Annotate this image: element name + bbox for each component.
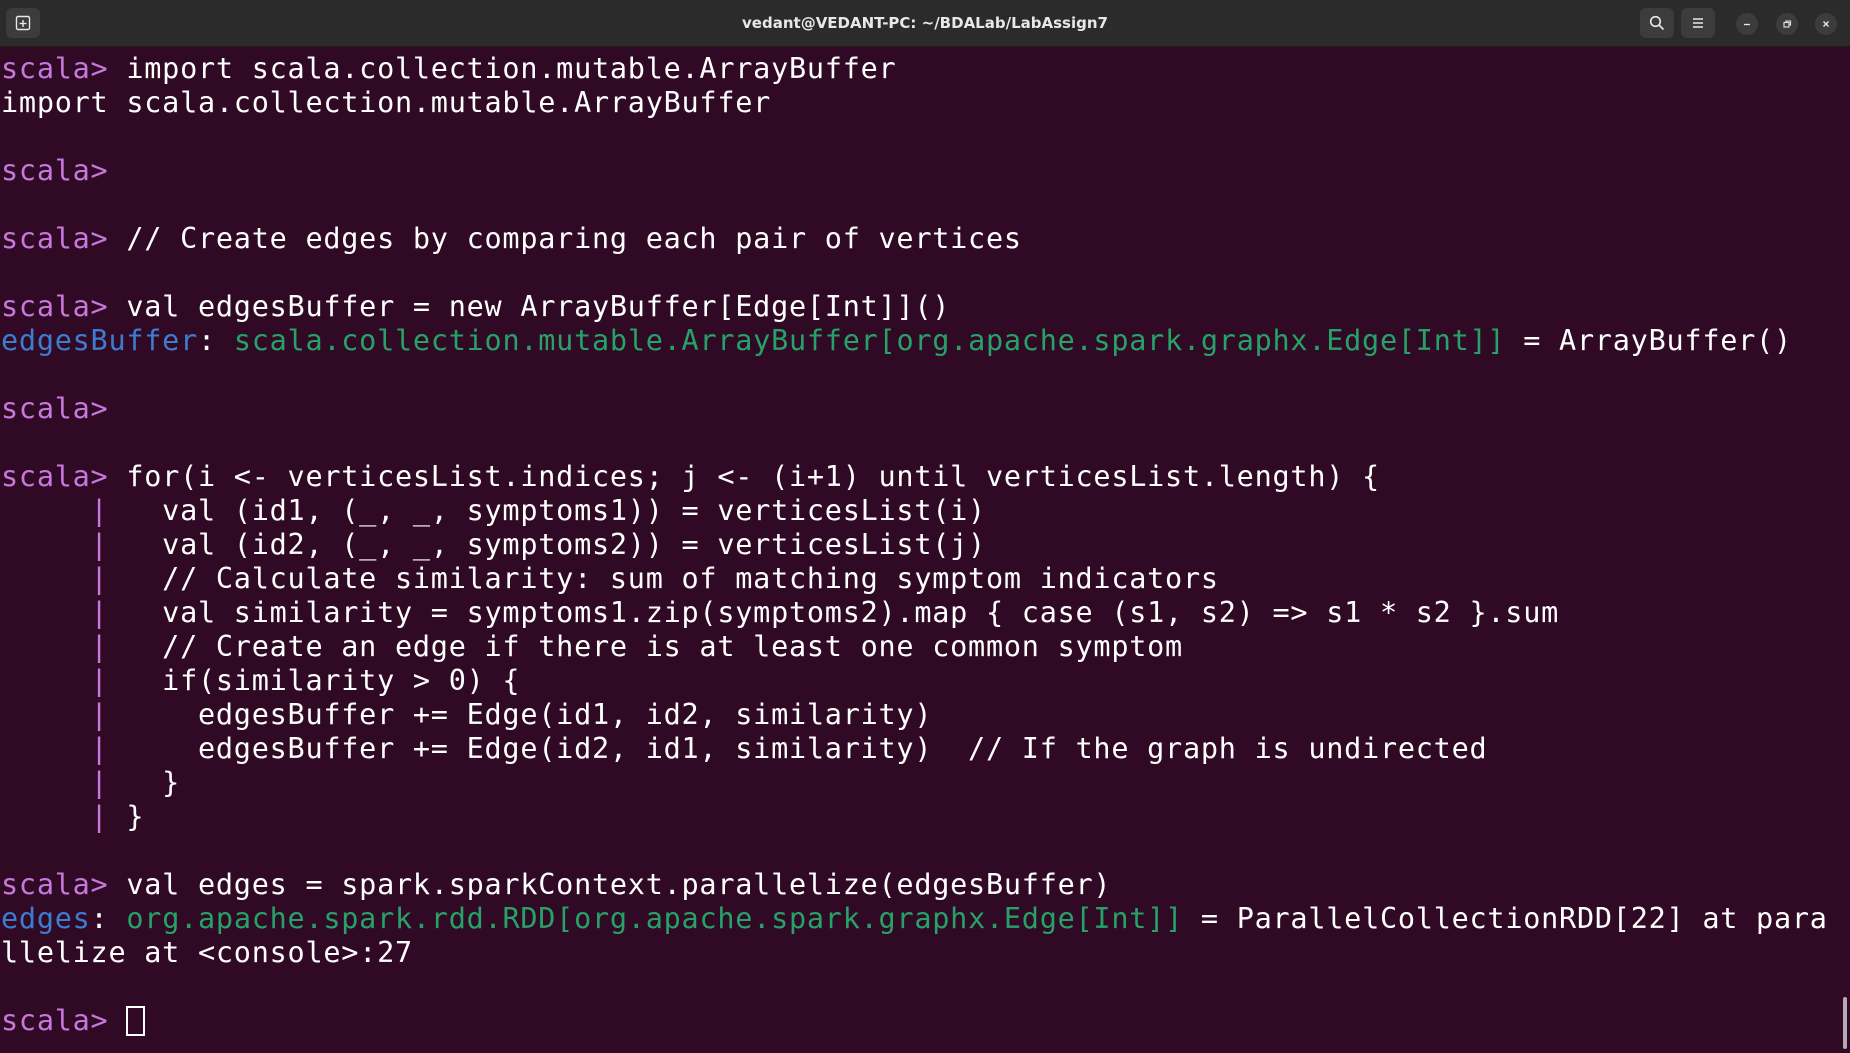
scala-prompt: scala> [1,392,127,425]
continuation-marker: | [1,664,127,697]
restore-icon [1783,20,1792,28]
window-title: vedant@VEDANT-PC: ~/BDALab/LabAssign7 [742,14,1108,32]
continuation-marker: | [1,766,127,799]
terminal-line: scala> [1,1004,1828,1038]
terminal-line: | if(similarity > 0) { [1,664,1828,698]
terminal-line: llelize at <console>:27 [1,936,1828,970]
terminal-line: import scala.collection.mutable.ArrayBuf… [1,86,1828,120]
minimize-icon [1744,23,1750,26]
result-type: scala.collection.mutable.ArrayBuffer[org… [233,324,1506,357]
terminal-output[interactable]: scala> import scala.collection.mutable.A… [0,47,1840,1053]
scala-prompt: scala> [1,154,127,187]
line-text: val edges = spark.sparkContext.paralleli… [126,868,1112,901]
terminal-line: scala> val edgesBuffer = new ArrayBuffer… [1,290,1828,324]
scala-prompt: scala> [1,52,127,85]
result-type: org.apache.spark.rdd.RDD[org.apache.spar… [126,902,1183,935]
terminal-line: edgesBuffer: scala.collection.mutable.Ar… [1,324,1828,358]
result-separator: : [90,902,127,935]
line-text: } [126,766,181,799]
continuation-marker: | [1,698,127,731]
continuation-marker: | [1,800,127,833]
scala-prompt: scala> [1,460,127,493]
line-text: if(similarity > 0) { [126,664,521,697]
search-button[interactable] [1640,8,1674,38]
scala-prompt: scala> [1,290,127,323]
result-value: = ArrayBuffer() [1505,324,1792,357]
line-text: // Create an edge if there is at least o… [126,630,1183,663]
scala-prompt: scala> [1,868,127,901]
line-text: val edgesBuffer = new ArrayBuffer[Edge[I… [126,290,951,323]
terminal-line: scala> import scala.collection.mutable.A… [1,52,1828,86]
scala-prompt: scala> [1,1004,127,1037]
terminal-line: scala> [1,154,1828,188]
result-name: edgesBuffer [1,324,198,357]
terminal-line: | // Calculate similarity: sum of matchi… [1,562,1828,596]
terminal-line: scala> [1,392,1828,426]
terminal-line: | val (id2, (_, _, symptoms2)) = vertice… [1,528,1828,562]
continuation-marker: | [1,528,127,561]
terminal-line: scala> for(i <- verticesList.indices; j … [1,460,1828,494]
terminal-line: | edgesBuffer += Edge(id1, id2, similari… [1,698,1828,732]
terminal-line: edges: org.apache.spark.rdd.RDD[org.apac… [1,902,1828,936]
continuation-marker: | [1,562,127,595]
terminal-line: | } [1,800,1828,834]
continuation-marker: | [1,596,127,629]
line-text: import scala.collection.mutable.ArrayBuf… [1,86,772,119]
line-text: val similarity = symptoms1.zip(symptoms2… [126,596,1560,629]
continuation-marker: | [1,630,127,663]
scala-prompt: scala> [1,222,127,255]
terminal-line: | edgesBuffer += Edge(id2, id1, similari… [1,732,1828,766]
line-text: } [126,800,145,833]
line-text: import scala.collection.mutable.ArrayBuf… [126,52,897,85]
line-text: val (id2, (_, _, symptoms2)) = verticesL… [126,528,986,561]
terminal-scrollbar[interactable] [1840,47,1850,1053]
terminal-cursor [126,1006,146,1036]
window-titlebar: vedant@VEDANT-PC: ~/BDALab/LabAssign7 [0,0,1850,47]
terminal-lines: scala> import scala.collection.mutable.A… [1,52,1828,1038]
minimize-button[interactable] [1736,13,1758,35]
terminal-line: scala> val edges = spark.sparkContext.pa… [1,868,1828,902]
close-icon [1823,21,1829,27]
menu-button[interactable] [1681,8,1715,38]
maximize-button[interactable] [1776,13,1798,35]
terminal-line: | val similarity = symptoms1.zip(symptom… [1,596,1828,630]
terminal-line: | } [1,766,1828,800]
result-separator: : [198,324,234,357]
result-value: = ParallelCollectionRDD[22] at para [1182,902,1828,935]
line-text: // Create edges by comparing each pair o… [126,222,1022,255]
result-name: edges [1,902,91,935]
terminal-line: | val (id1, (_, _, symptoms1)) = vertice… [1,494,1828,528]
line-text: llelize at <console>:27 [1,936,413,969]
close-button[interactable] [1815,13,1837,35]
line-text: for(i <- verticesList.indices; j <- (i+1… [126,460,1380,493]
continuation-marker: | [1,732,127,765]
line-text: edgesBuffer += Edge(id2, id1, similarity… [126,732,1488,765]
hamburger-menu-icon [1693,18,1703,28]
line-text: val (id1, (_, _, symptoms1)) = verticesL… [126,494,986,527]
search-icon [1649,15,1665,31]
terminal-line: | // Create an edge if there is at least… [1,630,1828,664]
terminal-line: scala> // Create edges by comparing each… [1,222,1828,256]
line-text: // Calculate similarity: sum of matching… [126,562,1219,595]
line-text: edgesBuffer += Edge(id1, id2, similarity… [126,698,933,731]
scrollbar-thumb[interactable] [1843,997,1847,1049]
continuation-marker: | [1,494,127,527]
